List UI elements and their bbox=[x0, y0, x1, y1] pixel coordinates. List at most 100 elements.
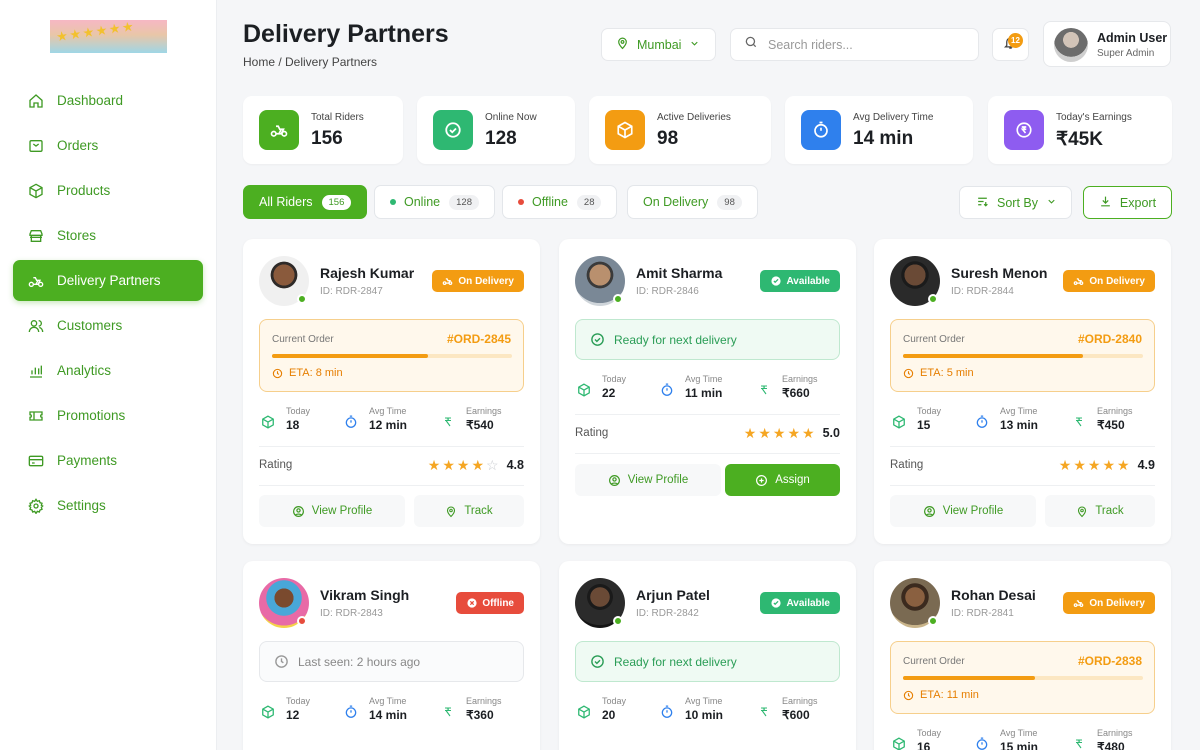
stat-card-todays-earnings: Today's Earnings ₹45K bbox=[988, 96, 1172, 164]
online-dot-icon bbox=[390, 199, 396, 205]
avatar bbox=[575, 578, 625, 628]
eta: ETA: 5 min bbox=[903, 367, 974, 379]
plus-circle-icon bbox=[755, 474, 768, 487]
chart-icon bbox=[27, 362, 45, 380]
sidebar-item-analytics[interactable]: Analytics bbox=[13, 350, 203, 391]
box-icon bbox=[575, 381, 593, 399]
view-profile-button[interactable]: View Profile bbox=[575, 464, 721, 496]
assign-button[interactable]: Assign bbox=[725, 464, 840, 496]
stat-label: Online Now bbox=[485, 112, 537, 123]
rider-name: Amit Sharma bbox=[636, 265, 723, 281]
check-circle-icon bbox=[433, 110, 473, 150]
sidebar: ★ ★ ★ ★ ★ ★ Dashboard Orders Products St… bbox=[0, 0, 217, 750]
status-label: Offline bbox=[482, 597, 514, 609]
star-icon: ☆ bbox=[486, 456, 499, 473]
rating-label: Rating bbox=[575, 427, 609, 439]
filter-offline[interactable]: Offline 28 bbox=[502, 185, 618, 219]
star-icon: ★ bbox=[772, 424, 786, 441]
rider-name: Rajesh Kumar bbox=[320, 265, 415, 281]
rating-value: 4.8 bbox=[506, 458, 524, 472]
rider-card: Arjun Patel ID: RDR-2842 Available Ready… bbox=[559, 561, 856, 750]
rider-id: ID: RDR-2846 bbox=[636, 286, 699, 297]
sidebar-item-payments[interactable]: Payments bbox=[13, 440, 203, 481]
current-order-panel: Current Order #ORD-2845 ETA: 8 min bbox=[259, 319, 524, 392]
bike-icon bbox=[259, 110, 299, 150]
eta-text: ETA: 5 min bbox=[920, 367, 974, 379]
divider bbox=[259, 446, 524, 447]
status-label: Available bbox=[786, 275, 830, 287]
view-profile-button[interactable]: View Profile bbox=[890, 495, 1036, 527]
stat-value: 98 bbox=[657, 128, 679, 149]
metric-value: 14 min bbox=[369, 708, 408, 722]
check-circle-icon bbox=[770, 598, 781, 609]
order-id-link[interactable]: #ORD-2845 bbox=[447, 332, 511, 346]
bike-icon bbox=[27, 272, 45, 290]
sidebar-item-settings[interactable]: Settings bbox=[13, 485, 203, 526]
rider-metrics: Today 18 Avg Time 12 min Earnings ₹540 bbox=[259, 406, 524, 446]
online-indicator bbox=[613, 294, 623, 304]
status-badge: On Delivery bbox=[1063, 270, 1155, 292]
order-id-link[interactable]: #ORD-2838 bbox=[1078, 654, 1142, 668]
sidebar-item-products[interactable]: Products bbox=[13, 170, 203, 211]
download-icon bbox=[1099, 195, 1112, 211]
user-menu[interactable]: Admin User Super Admin bbox=[1043, 21, 1171, 67]
check-circle-icon bbox=[590, 654, 605, 669]
rupee-icon bbox=[1004, 110, 1044, 150]
stat-label: Today's Earnings bbox=[1056, 112, 1132, 123]
export-button[interactable]: Export bbox=[1083, 186, 1172, 219]
track-button[interactable]: Track bbox=[414, 495, 524, 527]
card-actions: View Profile Track bbox=[890, 495, 1155, 527]
stat-value: 128 bbox=[485, 128, 517, 149]
sidebar-item-stores[interactable]: Stores bbox=[13, 215, 203, 256]
track-button[interactable]: Track bbox=[1045, 495, 1155, 527]
filter-count: 98 bbox=[717, 194, 742, 210]
metric-label: Avg Time bbox=[1000, 728, 1038, 738]
avatar bbox=[1054, 28, 1088, 62]
search-input[interactable] bbox=[768, 37, 958, 52]
sidebar-item-promotions[interactable]: Promotions bbox=[13, 395, 203, 436]
location-select[interactable]: Mumbai bbox=[601, 28, 716, 61]
search-icon bbox=[744, 35, 758, 54]
rider-metrics: Today 15 Avg Time 13 min Earnings ₹450 bbox=[890, 406, 1155, 446]
metric-label: Today bbox=[286, 696, 311, 706]
avatar bbox=[259, 256, 309, 306]
star-icon: ★ bbox=[1117, 456, 1130, 473]
button-label: Track bbox=[1095, 505, 1124, 517]
stat-value: 14 min bbox=[853, 128, 914, 149]
view-profile-button[interactable]: View Profile bbox=[259, 495, 405, 527]
star-icon: ★ bbox=[427, 456, 441, 473]
notification-button[interactable]: 12 bbox=[992, 28, 1029, 61]
online-indicator bbox=[613, 616, 623, 626]
divider bbox=[575, 414, 840, 415]
card-icon bbox=[27, 452, 45, 470]
metric-today: Today 12 bbox=[259, 696, 310, 722]
current-order-label: Current Order bbox=[903, 656, 965, 667]
sidebar-item-orders[interactable]: Orders bbox=[13, 125, 203, 166]
sidebar-item-label: Products bbox=[57, 183, 111, 198]
metric-earnings: Earnings ₹660 bbox=[755, 374, 818, 400]
order-id-link[interactable]: #ORD-2840 bbox=[1078, 332, 1142, 346]
filter-online[interactable]: Online 128 bbox=[374, 185, 495, 219]
brand-logo[interactable]: ★ ★ ★ ★ ★ ★ bbox=[50, 20, 167, 53]
stopwatch-icon bbox=[658, 381, 676, 399]
sidebar-item-dashboard[interactable]: Dashboard bbox=[13, 80, 203, 121]
star-icon: ★ bbox=[442, 456, 455, 473]
sidebar-item-customers[interactable]: Customers bbox=[13, 305, 203, 346]
filter-all-riders[interactable]: All Riders 156 bbox=[243, 185, 368, 219]
rupee-icon bbox=[755, 381, 773, 399]
filter-on-delivery[interactable]: On Delivery 98 bbox=[627, 185, 758, 219]
rating-row: Rating ★ ★ ★ ★ ☆ 4.8 bbox=[259, 454, 524, 476]
clock-icon bbox=[272, 368, 283, 379]
metric-label: Earnings bbox=[782, 374, 818, 384]
box-icon bbox=[575, 703, 593, 721]
sort-by-button[interactable]: Sort By bbox=[959, 186, 1072, 219]
box-icon bbox=[890, 735, 908, 750]
sidebar-item-delivery-partners[interactable]: Delivery Partners bbox=[13, 260, 203, 301]
metric-label: Earnings bbox=[466, 696, 502, 706]
metric-label: Today bbox=[286, 406, 311, 416]
metric-avg-time: Avg Time 12 min bbox=[342, 406, 407, 432]
stopwatch-icon bbox=[342, 413, 360, 431]
rating-stars: ★ ★ ★ ★ ☆ bbox=[426, 457, 499, 474]
rating-value: 5.0 bbox=[822, 426, 840, 440]
users-icon bbox=[27, 317, 45, 335]
